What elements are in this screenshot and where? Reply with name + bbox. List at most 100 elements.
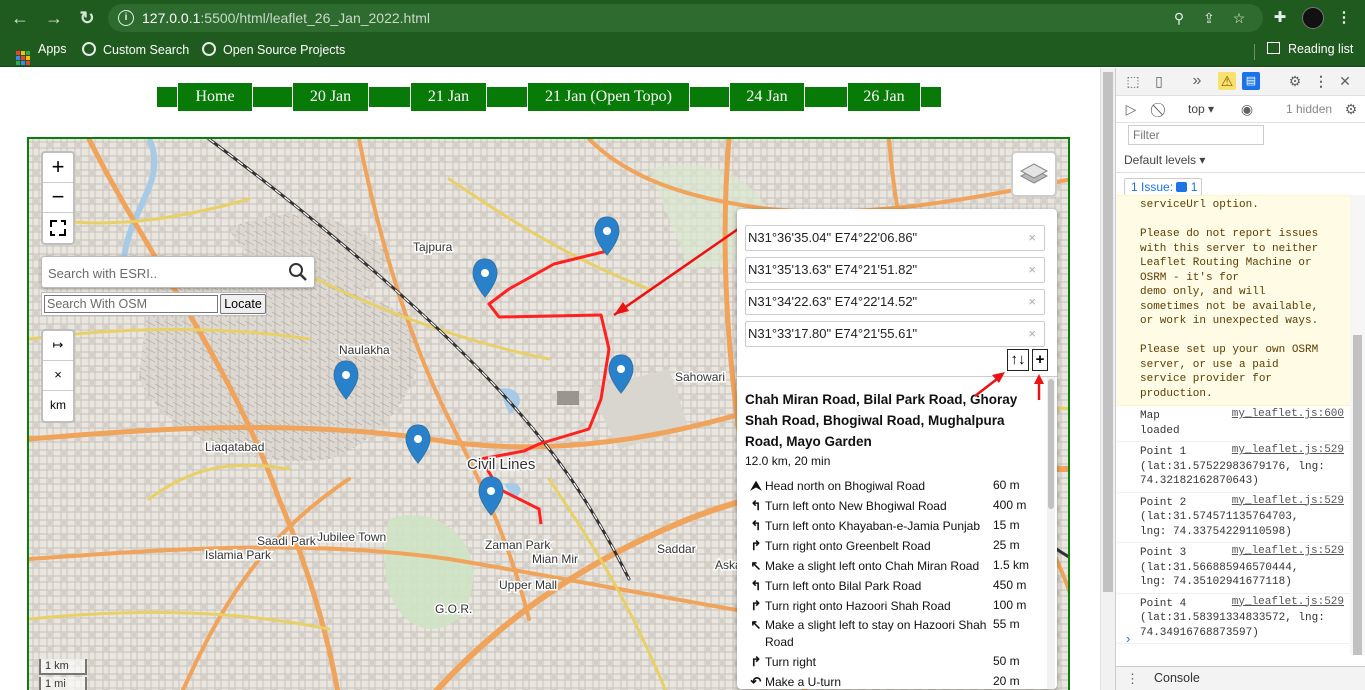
log-source-link[interactable]: my_leaflet.js:529: [1232, 545, 1344, 557]
eye-icon[interactable]: ◉: [1238, 100, 1256, 118]
console-settings-icon[interactable]: ⚙: [1342, 100, 1360, 118]
remove-waypoint-icon[interactable]: ×: [1028, 230, 1036, 245]
context-selector[interactable]: top ▾: [1188, 102, 1214, 116]
avatar[interactable]: [1302, 7, 1324, 29]
waypoint-field-3[interactable]: N31°34'22.63" E74°22'14.52" ×: [745, 289, 1045, 315]
measure-control: ↦ × km: [41, 329, 75, 423]
reload-icon[interactable]: ↻: [77, 8, 97, 28]
menu-24-jan[interactable]: 24 Jan: [729, 82, 805, 112]
measure-clear-button[interactable]: ×: [43, 361, 73, 391]
esri-search-input[interactable]: [48, 263, 283, 283]
routing-scrollbar[interactable]: [1047, 377, 1055, 689]
url-text[interactable]: 127.0.0.1:5500/html/leaflet_26_Jan_2022.…: [142, 10, 430, 26]
fullscreen-button[interactable]: [43, 213, 73, 243]
layers-control[interactable]: [1011, 151, 1057, 197]
label-tajpura: Tajpura: [413, 240, 453, 254]
extensions-icon[interactable]: ✚: [1270, 8, 1290, 28]
instruction-distance: 50 m: [993, 654, 1020, 668]
osm-search: Locate: [41, 292, 267, 316]
label-sahowari: Sahowari: [675, 370, 725, 384]
close-icon[interactable]: ✕: [1336, 72, 1354, 90]
warning-icon[interactable]: ⚠: [1218, 72, 1236, 90]
bookmark-star-icon[interactable]: ☆: [1230, 9, 1248, 27]
measure-start-button[interactable]: ↦: [43, 331, 73, 361]
menu-home[interactable]: Home: [177, 82, 253, 112]
devtools-menu-icon[interactable]: ⋮: [1312, 72, 1330, 90]
forward-icon[interactable]: →: [44, 8, 64, 28]
reading-list-button[interactable]: Reading list: [1267, 42, 1353, 56]
gear-icon[interactable]: ⚙: [1286, 72, 1304, 90]
sidebar-toggle-icon[interactable]: ▷: [1122, 100, 1140, 118]
back-icon[interactable]: ←: [10, 8, 30, 28]
waypoint-field-2[interactable]: N31°35'13.63" E74°21'51.82" ×: [745, 257, 1045, 283]
label-mian-mir: Mian Mir: [532, 552, 578, 566]
console-scroll-thumb[interactable]: [1353, 335, 1362, 655]
issues-button[interactable]: 1 Issue: 1: [1124, 178, 1202, 196]
share-icon[interactable]: ⇪: [1200, 9, 1218, 27]
bookmark-custom-search[interactable]: Custom Search: [82, 42, 189, 57]
more-tabs-icon[interactable]: »: [1188, 72, 1206, 90]
page-scrollbar[interactable]: [1100, 68, 1115, 690]
menu-kebab-icon[interactable]: ⋮: [1334, 8, 1354, 28]
waypoint-field-4[interactable]: N31°33'17.80" E74°21'55.61" ×: [745, 321, 1045, 347]
menu-21-jan[interactable]: 21 Jan: [410, 82, 487, 112]
hidden-count[interactable]: 1 hidden: [1286, 102, 1332, 116]
waypoint-field-1[interactable]: N31°36'35.04" E74°22'06.86" ×: [745, 225, 1045, 251]
log-source-link[interactable]: my_leaflet.js:600: [1232, 408, 1344, 420]
log-levels-dropdown[interactable]: Default levels ▾: [1124, 153, 1205, 167]
turn-direction-icon: ↰: [750, 578, 762, 593]
annotation-arrows: [974, 372, 1044, 400]
menu-21-jan-open-topo[interactable]: 21 Jan (Open Topo): [527, 82, 690, 112]
bookmarks-bar: Apps Custom Search Open Source Projects …: [0, 36, 1365, 67]
zoom-in-button[interactable]: +: [43, 153, 73, 183]
turn-direction-icon: ⮝: [750, 478, 762, 493]
page-scroll-thumb[interactable]: [1103, 72, 1113, 592]
inspect-element-icon[interactable]: ⬚: [1124, 72, 1142, 90]
bookmark-open-source-projects[interactable]: Open Source Projects: [202, 42, 345, 57]
label-islamia-park: Islamia Park: [205, 548, 272, 562]
instruction-text: Turn left onto Khayaban-e-Jamia Punjab: [765, 519, 981, 533]
scale-bar: 1 km 1 mi: [39, 659, 87, 690]
devtools-drawer: ⋮ Console: [1116, 666, 1365, 690]
label-upper-mall: Upper Mall: [499, 578, 557, 592]
leaflet-map[interactable]: Naulakha Sahowari Civil Lines Zaman Park…: [27, 137, 1070, 690]
instruction-text: Make a slight left onto Chah Miran Road: [765, 559, 980, 573]
location-icon[interactable]: ⚲: [1170, 9, 1188, 27]
remove-waypoint-icon[interactable]: ×: [1028, 262, 1036, 277]
remove-waypoint-icon[interactable]: ×: [1028, 326, 1036, 341]
log-source-link[interactable]: my_leaflet.js:529: [1232, 444, 1344, 456]
turn-direction-icon: ↰: [750, 498, 762, 513]
instruction-distance: 450 m: [993, 578, 1027, 592]
fullscreen-icon: [50, 220, 66, 236]
search-icon[interactable]: [288, 262, 308, 282]
menu-20-jan[interactable]: 20 Jan: [292, 82, 369, 112]
globe-icon: [202, 42, 216, 56]
instruction-distance: 55 m: [993, 617, 1020, 631]
clear-console-icon[interactable]: ⃠: [1152, 100, 1170, 118]
address-bar[interactable]: i 127.0.0.1:5500/html/leaflet_26_Jan_202…: [108, 4, 1263, 32]
bookmark-apps[interactable]: Apps: [16, 42, 67, 65]
device-toolbar-icon[interactable]: ▯: [1150, 72, 1168, 90]
zoom-out-button[interactable]: −: [43, 183, 73, 213]
remove-waypoint-icon[interactable]: ×: [1028, 294, 1036, 309]
zoom-control: + −: [41, 151, 75, 245]
turn-direction-icon: ↰: [750, 518, 762, 533]
info-icon[interactable]: i: [118, 10, 134, 26]
scale-km: 1 km: [39, 659, 87, 675]
console-filter-input[interactable]: [1128, 125, 1264, 145]
drawer-tab-console[interactable]: Console: [1154, 671, 1200, 685]
routing-panel: N31°36'35.04" E74°22'06.86" × N31°35'13.6…: [737, 209, 1057, 689]
log-source-link[interactable]: my_leaflet.js:529: [1232, 495, 1344, 507]
measure-unit-button[interactable]: km: [43, 391, 73, 421]
devtools-divider: [1116, 172, 1365, 173]
message-icon[interactable]: ▤: [1242, 72, 1260, 90]
console-prompt[interactable]: ›: [1126, 631, 1130, 646]
osm-search-input[interactable]: [44, 295, 218, 313]
web-page: Home 20 Jan 21 Jan 21 Jan (Open Topo) 24…: [0, 68, 1100, 690]
route-summary: 12.0 km, 20 min: [745, 454, 831, 468]
menu-26-jan[interactable]: 26 Jan: [847, 82, 921, 112]
drawer-menu-icon[interactable]: ⋮: [1126, 671, 1139, 687]
console-scrollbar[interactable]: [1350, 195, 1365, 655]
log-source-link[interactable]: my_leaflet.js:529: [1232, 596, 1344, 608]
locate-button[interactable]: Locate: [220, 294, 266, 314]
